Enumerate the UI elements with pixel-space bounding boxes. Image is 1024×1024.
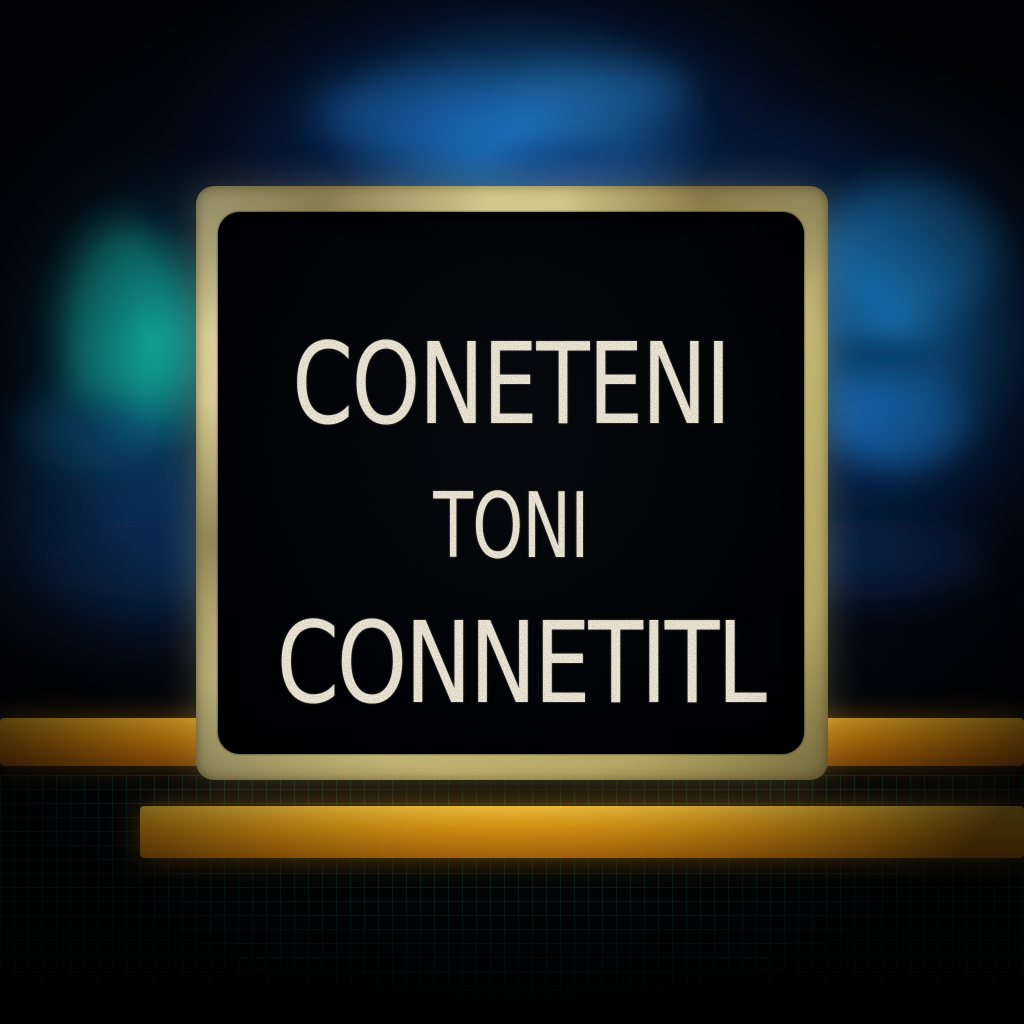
- sign-text-line-3: CONNETITL: [276, 599, 767, 729]
- sign-board: CONETENI TONI CONNETITL: [196, 186, 828, 780]
- sign-screen: CONETENI TONI CONNETITL: [218, 212, 804, 754]
- sign-text-line-1: CONETENI: [292, 320, 731, 450]
- yellow-rail-front: [140, 806, 1024, 858]
- sign-text-line-2: TONI: [433, 474, 589, 579]
- photo-scene: CONETENI TONI CONNETITL: [0, 0, 1024, 1024]
